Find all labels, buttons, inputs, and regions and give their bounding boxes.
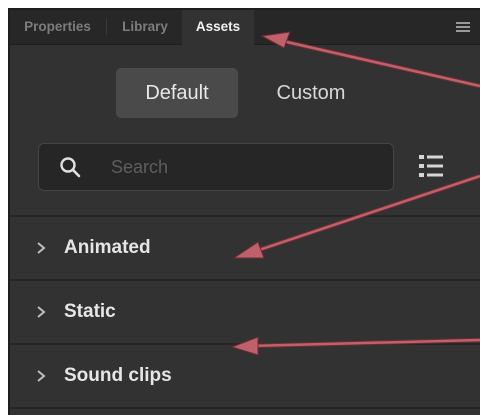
segment-custom[interactable]: Custom bbox=[256, 68, 366, 118]
category-sound-clips[interactable]: Sound clips bbox=[10, 345, 480, 407]
divider bbox=[10, 407, 480, 409]
search-box[interactable] bbox=[38, 143, 394, 191]
chevron-right-icon bbox=[37, 242, 46, 254]
panel-tab-bar: Properties Library Assets bbox=[10, 10, 480, 45]
tab-separator bbox=[106, 19, 107, 35]
assets-panel: Properties Library Assets Default Custom… bbox=[8, 8, 480, 415]
category-static[interactable]: Static bbox=[10, 281, 480, 343]
list-view-icon[interactable] bbox=[418, 153, 444, 179]
tab-library[interactable]: Library bbox=[108, 10, 182, 44]
category-label: Static bbox=[64, 301, 116, 322]
chevron-right-icon bbox=[37, 306, 46, 318]
category-animated[interactable]: Animated bbox=[10, 217, 480, 279]
hamburger-menu-icon[interactable] bbox=[456, 22, 470, 32]
category-label: Sound clips bbox=[64, 365, 172, 386]
chevron-right-icon bbox=[37, 370, 46, 382]
tab-properties[interactable]: Properties bbox=[10, 10, 105, 44]
search-input[interactable] bbox=[111, 144, 371, 190]
category-label: Animated bbox=[64, 237, 151, 258]
segment-default[interactable]: Default bbox=[116, 68, 238, 118]
search-icon bbox=[60, 157, 81, 178]
tab-assets[interactable]: Assets bbox=[182, 10, 254, 45]
